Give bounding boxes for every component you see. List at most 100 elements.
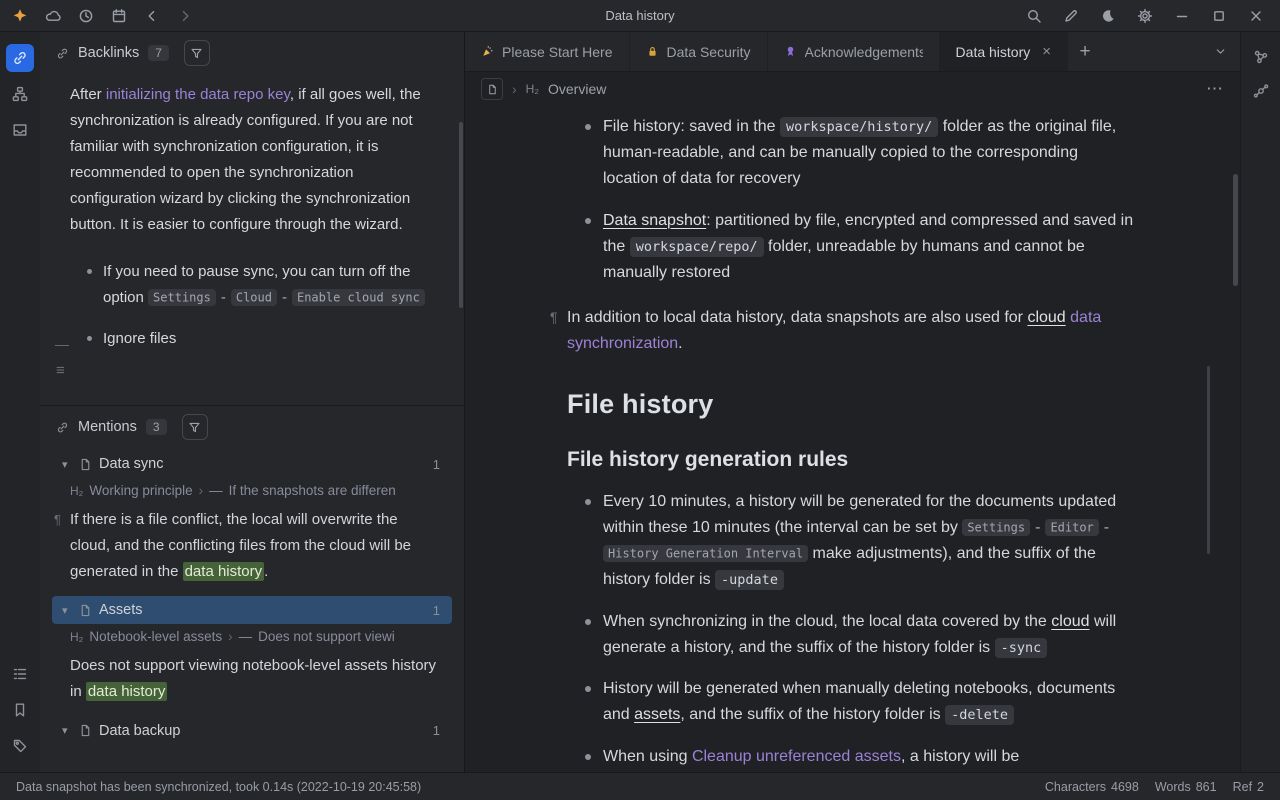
paragraph-block[interactable]: ¶In addition to local data history, data…: [567, 305, 1136, 357]
document-icon[interactable]: [481, 78, 503, 100]
list-item[interactable]: History will be generated when manually …: [603, 676, 1136, 728]
tree-row-data-sync[interactable]: ▾ Data sync 1: [52, 450, 452, 478]
cloud-sync-icon[interactable]: [43, 6, 63, 26]
close-window-icon[interactable]: [1246, 6, 1266, 26]
new-tab-button[interactable]: +: [1068, 32, 1102, 71]
text-segment: When synchronizing in the cloud, the loc…: [603, 613, 1051, 630]
party-icon: [481, 45, 494, 58]
heading-2[interactable]: File history generation rules: [567, 443, 1136, 477]
tree-row-data-backup[interactable]: ▾ Data backup 1: [52, 717, 452, 745]
paragraph-gutter-icon[interactable]: ¶: [54, 509, 61, 531]
mention-icon: [56, 421, 69, 434]
list-item[interactable]: When using Cleanup unreferenced assets, …: [603, 744, 1136, 770]
block-ref-link[interactable]: Cleanup unreferenced assets: [692, 748, 901, 765]
underlined-ref[interactable]: Data snapshot: [603, 212, 706, 229]
breadcrumb-heading[interactable]: Overview: [548, 81, 606, 97]
chevron-down-icon[interactable]: ▾: [62, 604, 72, 617]
inbox-dock-icon[interactable]: [6, 116, 34, 144]
backlinks-filter-button[interactable]: [184, 40, 210, 66]
document-icon: [79, 458, 92, 471]
lock-icon: [646, 45, 659, 58]
go-forward-icon[interactable]: [175, 6, 195, 26]
global-graph-dock-icon[interactable]: [1247, 77, 1275, 105]
backlinks-scrollbar[interactable]: [459, 122, 463, 308]
titlebar-left-actions: [0, 6, 195, 26]
heading-1[interactable]: File history: [567, 383, 1136, 427]
mention-paragraph[interactable]: ¶If there is a file conflict, the local …: [40, 501, 464, 594]
mentions-filter-button[interactable]: [182, 414, 208, 440]
chevron-right-icon: ›: [228, 629, 233, 644]
titlebar-right-actions: [1024, 6, 1280, 26]
inline-code: -sync: [995, 638, 1048, 658]
stat-label: Characters: [1045, 780, 1106, 794]
backlink-list-block: If you need to pause sync, you can turn …: [40, 239, 464, 352]
go-back-icon[interactable]: [142, 6, 162, 26]
chevron-down-icon[interactable]: ▾: [62, 458, 72, 471]
list-item[interactable]: File history: saved in the workspace/his…: [603, 114, 1136, 192]
tab-close-icon[interactable]: ×: [1042, 43, 1051, 60]
bookmark-dock-icon[interactable]: [6, 696, 34, 724]
editor-scrollbar[interactable]: [1233, 174, 1238, 286]
more-options-icon[interactable]: ⋯: [1206, 79, 1224, 99]
mentions-tree: ▾ Data sync 1 H₂ Working principle › — I…: [40, 448, 464, 772]
edit-mode-icon[interactable]: [1061, 6, 1081, 26]
tab-please-start-here[interactable]: Please Start Here: [465, 32, 630, 71]
outline-dock-icon[interactable]: [6, 660, 34, 688]
data-history-icon[interactable]: [76, 6, 96, 26]
mention-breadcrumb[interactable]: H₂ Notebook-level assets › — Does not su…: [40, 626, 464, 647]
document-stats: Characters4698 Words861 Ref2: [1045, 780, 1264, 794]
kbd-settings: Settings: [962, 519, 1030, 536]
settings-gear-icon[interactable]: [1135, 6, 1155, 26]
text-segment: After: [70, 86, 106, 103]
minimize-icon[interactable]: [1172, 6, 1192, 26]
highlight-mark: data history: [86, 682, 168, 701]
list-item[interactable]: Ignore files: [103, 326, 436, 352]
tag-dock-icon[interactable]: [6, 732, 34, 760]
document-icon: [79, 604, 92, 617]
list-item[interactable]: Data snapshot: partitioned by file, encr…: [603, 208, 1136, 286]
gutter-dash-icon[interactable]: —: [55, 336, 69, 352]
kbd-cloud: Cloud: [231, 289, 277, 306]
list-item[interactable]: If you need to pause sync, you can turn …: [103, 259, 436, 311]
list-item[interactable]: When synchronizing in the cloud, the loc…: [603, 609, 1136, 661]
theme-moon-icon[interactable]: [1098, 6, 1118, 26]
tree-row-assets[interactable]: ▾ Assets 1: [52, 596, 452, 624]
backlinks-header[interactable]: Backlinks 7: [40, 32, 464, 74]
search-icon[interactable]: [1024, 6, 1044, 26]
heading-tag: H₂: [70, 484, 83, 498]
stat-label: Words: [1155, 780, 1191, 794]
backlinks-dock-icon[interactable]: [6, 44, 34, 72]
mention-breadcrumb[interactable]: H₂ Working principle › — If the snapshot…: [40, 480, 464, 501]
scroll-position-marker[interactable]: [1205, 362, 1212, 554]
document-content[interactable]: File history: saved in the workspace/his…: [465, 106, 1240, 772]
underlined-ref[interactable]: cloud: [1051, 613, 1089, 630]
underlined-ref[interactable]: cloud: [1027, 309, 1065, 326]
gutter-list-icon[interactable]: ≡: [56, 362, 65, 379]
kbd-enable-cloud-sync: Enable cloud sync: [292, 289, 425, 306]
list-item[interactable]: Every 10 minutes, a history will be gene…: [603, 489, 1136, 593]
block-ref-link[interactable]: initializing the data repo key: [106, 86, 290, 103]
backlink-paragraph[interactable]: After initializing the data repo key, if…: [40, 74, 464, 239]
daily-note-icon[interactable]: [109, 6, 129, 26]
chevron-down-icon[interactable]: ▾: [62, 724, 72, 737]
tree-doc-name: Data sync: [99, 456, 163, 472]
kbd-editor: Editor: [1045, 519, 1098, 536]
tab-data-security[interactable]: Data Security: [630, 32, 768, 71]
siyuan-logo[interactable]: [10, 6, 30, 26]
tab-acknowledgements[interactable]: Acknowledgements: [768, 32, 940, 71]
graph-dock-icon[interactable]: [6, 80, 34, 108]
graph-panel-dock-icon[interactable]: [1247, 43, 1275, 71]
maximize-icon[interactable]: [1209, 6, 1229, 26]
tab-list-chevron-icon[interactable]: [1200, 32, 1240, 71]
mention-paragraph[interactable]: Does not support viewing notebook-level …: [40, 647, 464, 715]
paragraph-gutter-icon[interactable]: ¶: [550, 306, 558, 329]
document-breadcrumb: › H₂ Overview ⋯: [465, 72, 1240, 106]
underlined-ref[interactable]: assets: [634, 706, 680, 723]
mentions-header[interactable]: Mentions 3: [40, 406, 464, 448]
tab-label: Acknowledgements: [805, 44, 923, 60]
scroll-position-bar: [1207, 366, 1210, 554]
kbd-separator: -: [1104, 519, 1109, 536]
kbd-separator: -: [221, 289, 226, 306]
tab-data-history[interactable]: Data history ×: [940, 32, 1068, 71]
text-segment: , and the suffix of the history folder i…: [680, 706, 945, 723]
